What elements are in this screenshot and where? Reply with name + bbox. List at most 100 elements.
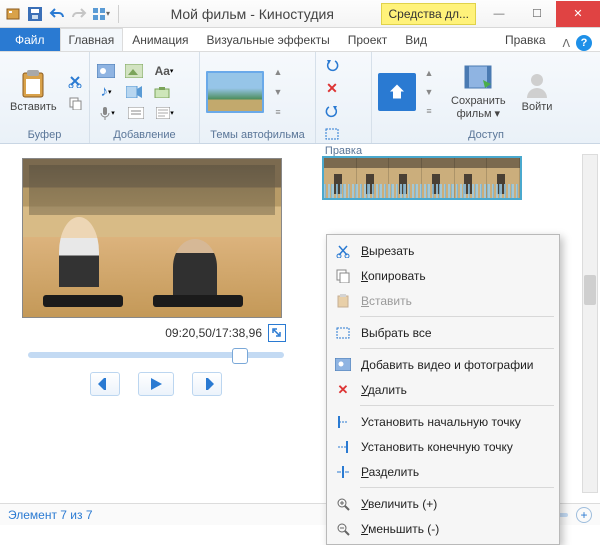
window-controls: — ☐ ✕ bbox=[480, 1, 600, 27]
tab-home[interactable]: Главная bbox=[60, 28, 124, 51]
cm-zoom-out[interactable]: Уменьшить (-) bbox=[330, 516, 556, 541]
share-scroll-up-icon[interactable]: ▲ bbox=[419, 64, 439, 82]
cm-zoom-in-label: Увеличить (+) bbox=[361, 497, 437, 511]
cm-cut-label: Вырезать bbox=[361, 244, 414, 258]
add-photo-icon[interactable] bbox=[124, 62, 144, 80]
cm-copy[interactable]: Копировать bbox=[330, 263, 556, 288]
paste-label: Вставить bbox=[10, 101, 57, 113]
tab-file[interactable]: Файл bbox=[0, 28, 60, 51]
add-credits-icon[interactable]: ▾ bbox=[154, 104, 176, 122]
group-clipboard: Вставить Буфер bbox=[0, 52, 90, 143]
tab-edit[interactable]: Правка bbox=[496, 28, 555, 51]
save-icon[interactable] bbox=[26, 5, 44, 23]
zoom-in-button[interactable]: + bbox=[576, 507, 592, 523]
cm-cut[interactable]: Вырезать bbox=[330, 238, 556, 263]
cm-select-all[interactable]: Выбрать все bbox=[330, 320, 556, 345]
share-scroll-down-icon[interactable]: ▼ bbox=[419, 83, 439, 101]
close-button[interactable]: ✕ bbox=[556, 1, 600, 27]
separator bbox=[360, 316, 554, 317]
clip-strip[interactable] bbox=[322, 156, 522, 200]
clipboard-icon bbox=[18, 69, 48, 99]
next-frame-button[interactable] bbox=[192, 372, 222, 396]
minimize-button[interactable]: — bbox=[480, 1, 518, 27]
paste-icon bbox=[334, 292, 352, 310]
add-narration-icon[interactable]: ▾ bbox=[96, 104, 118, 122]
zoom-out-icon bbox=[334, 520, 352, 538]
cm-add-media-label: Добавить видео и фотографии bbox=[361, 358, 534, 372]
separator bbox=[360, 405, 554, 406]
separator bbox=[118, 5, 119, 23]
fullscreen-icon[interactable] bbox=[268, 324, 286, 342]
tab-view[interactable]: Вид bbox=[396, 28, 436, 51]
save-movie-button[interactable]: Сохранить фильм ▾ bbox=[447, 61, 510, 121]
delete-icon[interactable]: ✕ bbox=[322, 79, 342, 97]
add-video-icon[interactable] bbox=[96, 62, 116, 80]
cm-delete[interactable]: ✕Удалить bbox=[330, 377, 556, 402]
cm-select-all-label: Выбрать все bbox=[361, 326, 432, 340]
cm-zoom-out-label: Уменьшить (-) bbox=[361, 522, 439, 536]
redo-icon[interactable] bbox=[70, 5, 88, 23]
rotate-right-icon[interactable] bbox=[322, 102, 342, 120]
timeline-scrollbar[interactable] bbox=[582, 154, 598, 493]
context-menu: Вырезать Копировать Вставить Выбрать все… bbox=[326, 234, 560, 545]
save-movie-icon bbox=[463, 63, 493, 93]
select-all-icon bbox=[334, 324, 352, 342]
tab-animation[interactable]: Анимация bbox=[123, 28, 197, 51]
collapse-ribbon-icon[interactable]: ᐱ bbox=[562, 37, 570, 50]
tab-visual-effects[interactable]: Визуальные эффекты bbox=[198, 28, 339, 51]
add-caption-icon[interactable] bbox=[126, 104, 146, 122]
paste-button[interactable]: Вставить bbox=[6, 67, 61, 115]
play-button[interactable] bbox=[138, 372, 174, 396]
group-themes-label: Темы автофильма bbox=[206, 127, 309, 141]
zoom-in-icon bbox=[334, 495, 352, 513]
select-all-icon[interactable] bbox=[322, 125, 342, 143]
cm-set-start-label: Установить начальную точку bbox=[361, 415, 521, 429]
undo-icon[interactable] bbox=[48, 5, 66, 23]
playback-time: 09:20,50/17:38,96 bbox=[165, 326, 262, 340]
help-icon[interactable]: ? bbox=[576, 35, 592, 51]
cm-set-start[interactable]: Установить начальную точку bbox=[330, 409, 556, 434]
theme-more-icon[interactable]: ≡ bbox=[268, 103, 288, 121]
theme-scroll-up-icon[interactable]: ▲ bbox=[268, 63, 288, 81]
set-end-icon bbox=[334, 438, 352, 456]
add-title-icon[interactable]: Aа▾ bbox=[152, 62, 176, 80]
cm-zoom-in[interactable]: Увеличить (+) bbox=[330, 491, 556, 516]
cm-paste-label: Вставить bbox=[361, 294, 412, 308]
audio-waveform bbox=[324, 184, 520, 198]
cm-set-end-label: Установить конечную точку bbox=[361, 440, 513, 454]
tab-project[interactable]: Проект bbox=[339, 28, 397, 51]
signin-label: Войти bbox=[522, 101, 553, 113]
signin-button[interactable]: Войти bbox=[518, 67, 557, 115]
cm-set-end[interactable]: Установить конечную точку bbox=[330, 434, 556, 459]
add-media-icon bbox=[334, 356, 352, 374]
add-music-icon[interactable]: ♪▾ bbox=[96, 83, 116, 101]
cut-icon[interactable] bbox=[65, 72, 85, 90]
maximize-button[interactable]: ☐ bbox=[518, 1, 556, 27]
seek-slider[interactable] bbox=[28, 352, 284, 358]
split-icon bbox=[334, 463, 352, 481]
add-snapshot-icon[interactable] bbox=[152, 83, 172, 101]
cm-add-media[interactable]: Добавить видео и фотографии bbox=[330, 352, 556, 377]
copy-icon[interactable] bbox=[65, 94, 85, 112]
ribbon-tabs: Файл Главная Анимация Визуальные эффекты… bbox=[0, 28, 600, 52]
group-share: ▲ ▼ ≡ Сохранить фильм ▾ Войти Доступ bbox=[372, 52, 600, 143]
cm-paste: Вставить bbox=[330, 288, 556, 313]
save-movie-label: Сохранить фильм ▾ bbox=[451, 95, 506, 119]
cm-split[interactable]: Разделить bbox=[330, 459, 556, 484]
qat-menu-icon[interactable]: ▾ bbox=[92, 5, 110, 23]
theme-scroll-down-icon[interactable]: ▼ bbox=[268, 83, 288, 101]
group-share-label: Доступ bbox=[378, 127, 594, 141]
contextual-tab-group[interactable]: Средства дл... bbox=[381, 3, 476, 25]
app-icon[interactable] bbox=[4, 5, 22, 23]
share-more-icon[interactable]: ≡ bbox=[419, 102, 439, 120]
title-bar: ▾ Мой фильм - Киностудия Средства дл... … bbox=[0, 0, 600, 28]
set-start-icon bbox=[334, 413, 352, 431]
prev-frame-button[interactable] bbox=[90, 372, 120, 396]
onedrive-icon[interactable] bbox=[378, 73, 416, 111]
rotate-left-icon[interactable] bbox=[322, 56, 342, 74]
video-preview[interactable] bbox=[22, 158, 282, 318]
group-clipboard-label: Буфер bbox=[6, 127, 83, 141]
add-webcam-icon[interactable] bbox=[124, 83, 144, 101]
transport-controls bbox=[22, 372, 290, 396]
theme-thumbnail[interactable] bbox=[206, 71, 264, 113]
